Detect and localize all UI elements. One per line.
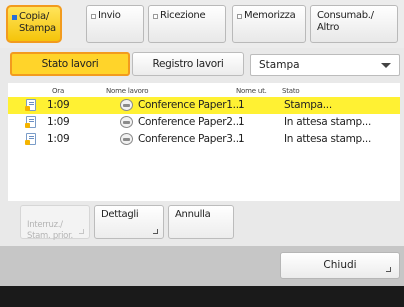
chevron-down-icon bbox=[381, 63, 391, 68]
tab-store[interactable]: Memorizza bbox=[232, 5, 306, 43]
cancel-label: Annulla bbox=[175, 209, 211, 220]
close-label: Chiudi bbox=[323, 259, 357, 271]
row-time: 1:09 bbox=[47, 99, 70, 111]
tab-indicator-icon bbox=[237, 14, 242, 19]
row-count: 1 bbox=[238, 99, 245, 111]
function-tabs: Copia/ Stampa Invio Ricezione Memorizza … bbox=[0, 0, 404, 48]
document-icon bbox=[25, 133, 36, 145]
row-status: Stampa... bbox=[284, 99, 332, 111]
tab-send[interactable]: Invio bbox=[86, 5, 144, 43]
job-log-button[interactable]: Registro lavori bbox=[132, 52, 244, 76]
row-job-name: Conference Paper1... bbox=[138, 99, 242, 111]
corner-arrow-icon bbox=[79, 229, 84, 234]
close-button[interactable]: Chiudi bbox=[280, 252, 400, 279]
table-header: Ora Nome lavoro Nome ut. Stato bbox=[8, 83, 400, 97]
row-count: 1 bbox=[238, 116, 245, 128]
corner-arrow-icon bbox=[386, 267, 391, 272]
tab-consumables-other-label: Consumab./ Altro bbox=[317, 10, 374, 33]
tab-consumables-other[interactable]: Consumab./ Altro bbox=[310, 5, 398, 43]
document-icon bbox=[25, 99, 36, 111]
tab-receive[interactable]: Ricezione bbox=[148, 5, 226, 43]
table-row[interactable]: 1:09 Conference Paper1... 1 Stampa... bbox=[8, 97, 400, 114]
job-type-select[interactable]: Stampa bbox=[250, 54, 400, 76]
job-type-select-value: Stampa bbox=[259, 59, 300, 71]
interrupt-priority-print-label: Interruz./ Stam. prior. bbox=[27, 220, 73, 241]
tab-copy-print-label: Copia/ Stampa bbox=[19, 11, 56, 34]
header-time: Ora bbox=[52, 87, 65, 95]
computer-source-icon bbox=[120, 133, 133, 145]
header-job-name: Nome lavoro bbox=[106, 87, 149, 95]
details-label: Dettagli bbox=[101, 209, 139, 220]
corner-arrow-icon bbox=[153, 229, 158, 234]
row-time: 1:09 bbox=[47, 116, 70, 128]
tab-send-label: Invio bbox=[98, 10, 121, 21]
computer-source-icon bbox=[120, 116, 133, 128]
job-status-button[interactable]: Stato lavori bbox=[10, 52, 130, 76]
header-status: Stato bbox=[282, 87, 300, 95]
status-footer bbox=[0, 286, 404, 307]
details-button[interactable]: Dettagli bbox=[94, 205, 164, 239]
table-row[interactable]: 1:09 Conference Paper3... 1 In attesa st… bbox=[8, 131, 400, 148]
row-job-name: Conference Paper2... bbox=[138, 116, 242, 128]
tab-indicator-icon bbox=[91, 14, 96, 19]
row-job-name: Conference Paper3... bbox=[138, 133, 242, 145]
computer-source-icon bbox=[120, 99, 133, 111]
table-row[interactable]: 1:09 Conference Paper2... 1 In attesa st… bbox=[8, 114, 400, 131]
header-user-name: Nome ut. bbox=[236, 87, 267, 95]
interrupt-priority-print-button: Interruz./ Stam. prior. bbox=[20, 205, 90, 241]
row-status: In attesa stamp... bbox=[284, 133, 371, 145]
tab-receive-label: Ricezione bbox=[160, 10, 206, 21]
tab-indicator-icon bbox=[153, 14, 158, 19]
tab-copy-print[interactable]: Copia/ Stampa bbox=[6, 5, 62, 43]
row-count: 1 bbox=[238, 133, 245, 145]
active-indicator-icon bbox=[12, 15, 17, 20]
row-time: 1:09 bbox=[47, 133, 70, 145]
row-status: In attesa stamp... bbox=[284, 116, 371, 128]
job-table: Ora Nome lavoro Nome ut. Stato 1:09 Conf… bbox=[8, 83, 400, 201]
tab-store-label: Memorizza bbox=[244, 10, 296, 21]
document-icon bbox=[25, 116, 36, 128]
cancel-button[interactable]: Annulla bbox=[168, 205, 234, 239]
